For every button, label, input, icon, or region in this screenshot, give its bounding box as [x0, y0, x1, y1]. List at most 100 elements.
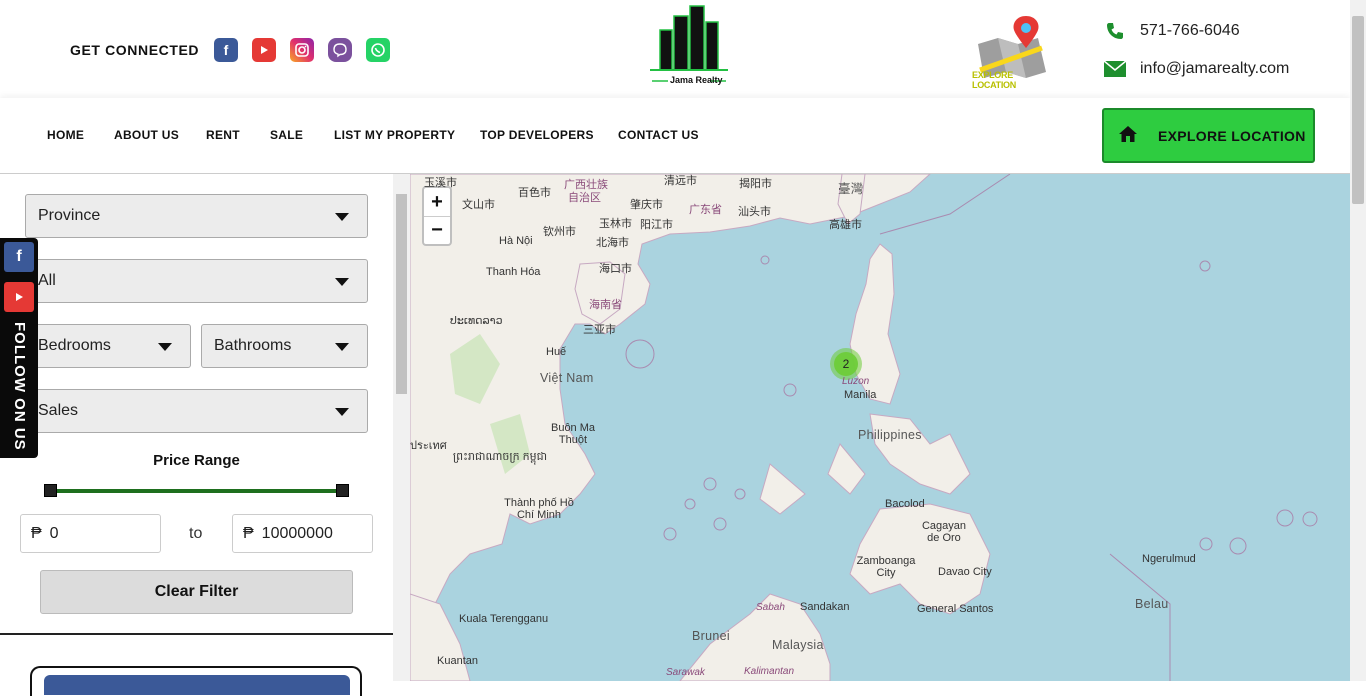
price-min-handle[interactable] — [44, 484, 57, 497]
to-label: to — [189, 525, 203, 542]
get-connected-label: GET CONNECTED — [70, 42, 200, 58]
phone-contact[interactable]: 571-766-6046 — [1104, 20, 1240, 42]
map-zoom-control: + − — [422, 186, 452, 246]
map-label: Việt Nam — [540, 371, 594, 385]
map-label: 海口市 — [599, 263, 632, 275]
chevron-down-icon — [335, 278, 349, 286]
cluster-count: 2 — [834, 352, 858, 376]
page-scrollbar[interactable] — [1350, 0, 1366, 681]
map-label: 肇庆市 — [630, 199, 663, 211]
sidebar-scrollbar-thumb[interactable] — [396, 194, 407, 394]
logo-text: Jama Realty — [670, 75, 723, 85]
map-label: 文山市 — [462, 199, 495, 211]
zoom-in-button[interactable]: + — [424, 188, 450, 216]
map-label: Luzon — [842, 376, 870, 387]
map-label: Cagayan de Oro — [921, 520, 967, 544]
zoom-out-button[interactable]: − — [424, 216, 450, 244]
explore-location-badge[interactable]: EXPLORE LOCATION — [972, 14, 1052, 90]
listing-type-select-value: Sales — [38, 402, 79, 419]
price-range-slider[interactable] — [50, 489, 342, 493]
instagram-icon[interactable] — [290, 38, 314, 62]
price-min-input[interactable]: ₱ 0 — [20, 514, 161, 553]
facebook-icon[interactable]: f — [4, 242, 34, 272]
map-label: ປະເທດລາວ — [450, 315, 503, 327]
email-contact[interactable]: info@jamarealty.com — [1104, 58, 1289, 80]
main-navbar: HOME ABOUT US RENT SALE LIST MY PROPERTY… — [0, 98, 1350, 174]
listing-type-select[interactable]: Sales — [25, 389, 368, 433]
map-label: 钦州市 — [543, 226, 576, 238]
map-label: Manila — [844, 389, 877, 401]
city-select[interactable]: All — [25, 259, 368, 303]
chevron-down-icon — [158, 343, 172, 351]
map-label: 臺灣 — [838, 182, 864, 196]
map-label: 广东省 — [689, 204, 722, 216]
map-label: 玉溪市 — [424, 177, 457, 189]
map-label: Kalimantan — [744, 666, 795, 677]
nav-sale[interactable]: SALE — [270, 128, 303, 142]
chevron-down-icon — [335, 213, 349, 221]
map-label: 百色市 — [518, 187, 551, 199]
map-label: Huế — [546, 346, 567, 358]
province-select[interactable]: Province — [25, 194, 368, 238]
bathrooms-select[interactable]: Bathrooms — [201, 324, 368, 368]
map-label: General Santos — [917, 603, 994, 615]
map-label: Brunei — [692, 629, 730, 643]
bathrooms-select-value: Bathrooms — [214, 337, 292, 354]
whatsapp-icon[interactable] — [366, 38, 390, 62]
map-label: Malaysia — [772, 638, 824, 652]
map-label: Kuala Terengganu — [459, 613, 549, 625]
map-label: Philippines — [858, 428, 922, 442]
map-label: 三亚市 — [583, 324, 616, 336]
map-label: 汕头市 — [738, 206, 771, 218]
nav-top-developers[interactable]: TOP DEVELOPERS — [480, 128, 594, 142]
top-header: GET CONNECTED f Jama Realty EXPLORE LOCA… — [0, 0, 1350, 98]
nav-list-my-property[interactable]: LIST MY PROPERTY — [334, 128, 455, 142]
facebook-icon[interactable]: f — [214, 38, 238, 62]
map-label: Davao City — [938, 566, 992, 578]
price-range-label: Price Range — [153, 452, 240, 469]
map-label: ประเทศ — [410, 440, 447, 452]
card-header-bar — [44, 675, 350, 695]
section-divider — [0, 633, 393, 635]
mail-icon — [1104, 58, 1126, 80]
follow-us-sidebar: f FOLLOW ON US — [0, 238, 38, 458]
filter-sidebar: Province All Bedrooms Bathrooms Sales Pr… — [0, 174, 393, 696]
price-max-value: 10000000 — [261, 524, 333, 542]
map-label: 揭阳市 — [739, 178, 772, 190]
nav-contact-us[interactable]: CONTACT US — [618, 128, 699, 142]
price-max-handle[interactable] — [336, 484, 349, 497]
explore-location-button[interactable]: EXPLORE LOCATION — [1102, 108, 1315, 163]
property-map[interactable]: + − 2 玉溪市 文山市 百色市 广西壮族 自治区 清远市 揭阳市 臺灣 肇庆… — [410, 174, 1350, 681]
map-label: 阳江市 — [640, 219, 673, 231]
map-label: 海南省 — [589, 299, 622, 311]
youtube-icon[interactable] — [252, 38, 276, 62]
jama-realty-logo[interactable]: Jama Realty — [646, 4, 732, 88]
bedrooms-select[interactable]: Bedrooms — [25, 324, 191, 368]
nav-home[interactable]: HOME — [47, 128, 84, 142]
map-label: 高雄市 — [829, 219, 862, 231]
map-label: 玉林市 — [599, 218, 632, 230]
page-scrollbar-thumb[interactable] — [1352, 16, 1364, 204]
map-label: Sabah — [756, 602, 785, 613]
clear-filter-button[interactable]: Clear Filter — [40, 570, 353, 614]
price-max-input[interactable]: ₱ 10000000 — [232, 514, 373, 553]
peso-sign: ₱ — [31, 524, 42, 542]
price-min-value: 0 — [49, 524, 59, 542]
nav-rent[interactable]: RENT — [206, 128, 240, 142]
phone-number: 571-766-6046 — [1140, 22, 1240, 39]
map-label: Sarawak — [666, 667, 705, 678]
chevron-down-icon — [335, 343, 349, 351]
bedrooms-select-value: Bedrooms — [38, 337, 111, 354]
map-label: 清远市 — [664, 175, 697, 187]
youtube-icon[interactable] — [4, 282, 34, 312]
map-label: 北海市 — [596, 237, 629, 249]
sidebar-scrollbar[interactable] — [393, 174, 410, 681]
map-label: Sandakan — [800, 601, 850, 613]
viber-icon[interactable] — [328, 38, 352, 62]
peso-sign: ₱ — [243, 524, 254, 542]
chevron-down-icon — [335, 408, 349, 416]
map-label: Ngerulmud — [1142, 553, 1196, 565]
listing-card-preview — [30, 666, 362, 696]
nav-about-us[interactable]: ABOUT US — [114, 128, 179, 142]
home-icon — [1118, 125, 1138, 146]
